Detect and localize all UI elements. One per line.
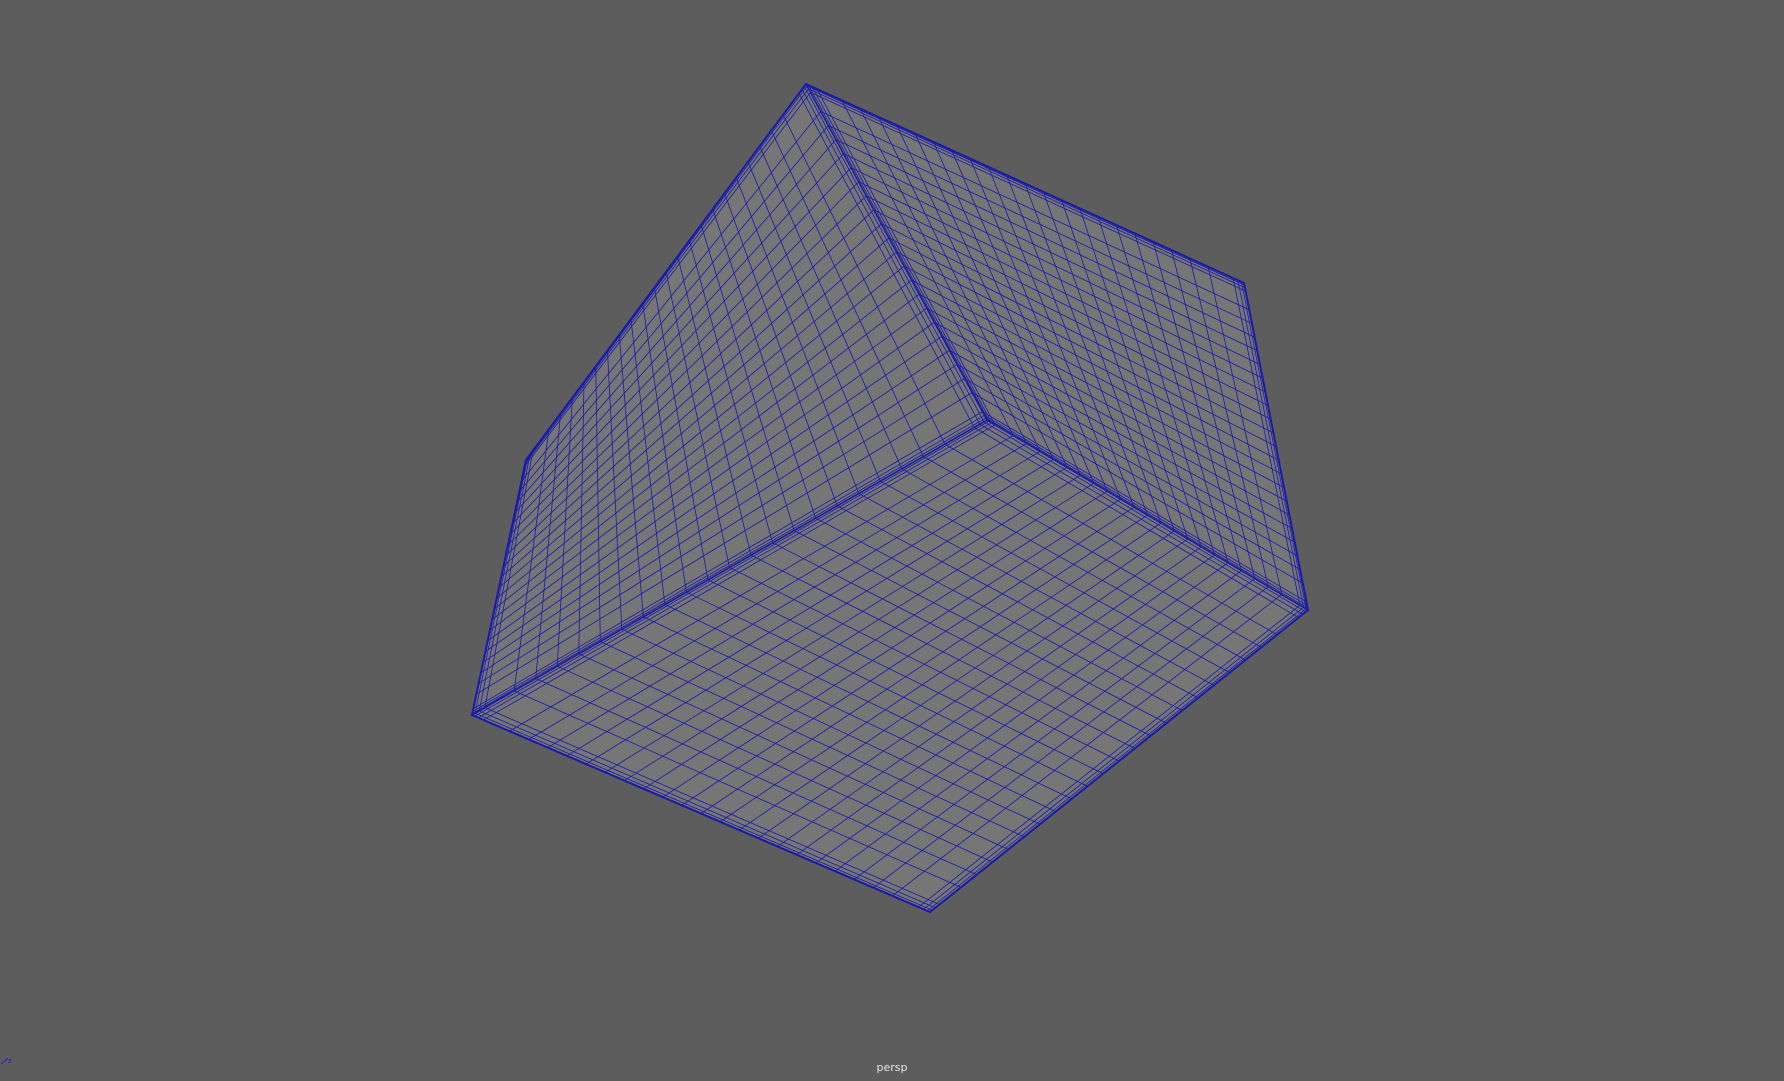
mesh-wireframe[interactable]	[0, 0, 1784, 1081]
perspective-viewport[interactable]: z persp	[0, 0, 1784, 1081]
camera-name-label: persp	[876, 1061, 908, 1074]
